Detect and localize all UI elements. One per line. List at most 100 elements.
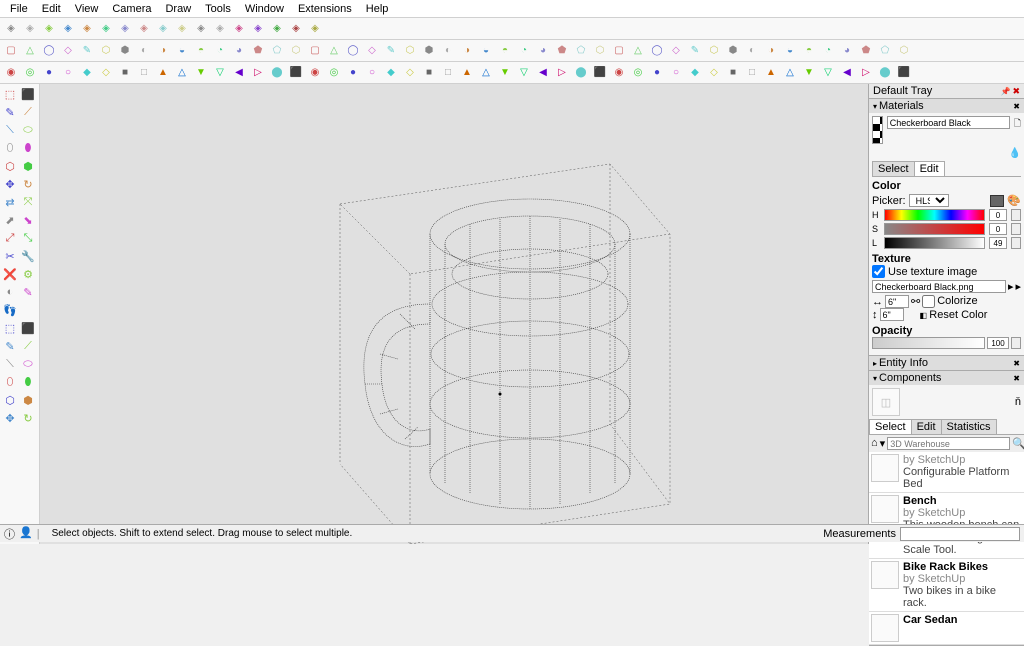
lt-6[interactable]: ⬯ xyxy=(2,140,18,156)
l-slider[interactable] xyxy=(884,237,985,249)
tb1-0[interactable]: ◈ xyxy=(2,20,20,38)
tb3-35[interactable]: ○ xyxy=(667,64,685,82)
menu-window[interactable]: Window xyxy=(239,1,290,17)
color-swatch[interactable] xyxy=(990,195,1004,207)
lt-4[interactable]: ⟍ xyxy=(2,122,18,138)
tb2-36[interactable]: ✎ xyxy=(686,42,704,60)
geolocation-icon[interactable]: ⓘ xyxy=(4,526,15,542)
tb3-1[interactable]: ◎ xyxy=(21,64,39,82)
tb2-17[interactable]: △ xyxy=(325,42,343,60)
tb2-34[interactable]: ◯ xyxy=(648,42,666,60)
tb3-26[interactable]: ▼ xyxy=(496,64,514,82)
tb3-12[interactable]: ◀ xyxy=(230,64,248,82)
lt-31[interactable]: ⬭ xyxy=(20,356,36,372)
lt-3[interactable]: ⟋ xyxy=(20,104,36,120)
comp-tab-statistics[interactable]: Statistics xyxy=(941,419,997,434)
tb3-34[interactable]: ● xyxy=(648,64,666,82)
lt-7[interactable]: ⬮ xyxy=(20,140,36,156)
lt-5[interactable]: ⬭ xyxy=(20,122,36,138)
tb3-8[interactable]: ▲ xyxy=(154,64,172,82)
link-icon[interactable]: ⚯ xyxy=(911,295,920,308)
tb2-14[interactable]: ⬠ xyxy=(268,42,286,60)
h-slider[interactable] xyxy=(884,209,985,221)
material-name-input[interactable] xyxy=(887,116,1010,129)
tb2-47[interactable]: ⬡ xyxy=(895,42,913,60)
tb1-3[interactable]: ◈ xyxy=(59,20,77,38)
l-value[interactable] xyxy=(989,237,1007,249)
tb3-28[interactable]: ◀ xyxy=(534,64,552,82)
lt-15[interactable]: ⬊ xyxy=(20,212,36,228)
opacity-spinner[interactable] xyxy=(1011,337,1021,349)
tb3-19[interactable]: ○ xyxy=(363,64,381,82)
panel-close-icon[interactable]: ✖ xyxy=(1013,102,1020,111)
tb2-29[interactable]: ⬟ xyxy=(553,42,571,60)
tb2-15[interactable]: ⬡ xyxy=(287,42,305,60)
tb3-45[interactable]: ▷ xyxy=(857,64,875,82)
lt-36[interactable]: ✥ xyxy=(2,410,18,426)
tb2-20[interactable]: ✎ xyxy=(382,42,400,60)
comp-tab-select[interactable]: Select xyxy=(869,419,912,434)
lt-18[interactable]: ✂ xyxy=(2,248,18,264)
h-value[interactable] xyxy=(989,209,1007,221)
tb2-44[interactable]: ◕ xyxy=(838,42,856,60)
lt-10[interactable]: ✥ xyxy=(2,176,18,192)
tb2-40[interactable]: ◑ xyxy=(762,42,780,60)
tb1-4[interactable]: ◈ xyxy=(78,20,96,38)
lt-0[interactable]: ⬚ xyxy=(2,86,18,102)
tb2-10[interactable]: ◓ xyxy=(192,42,210,60)
search-icon[interactable]: 🔍 xyxy=(1012,437,1024,450)
menu-tools[interactable]: Tools xyxy=(199,1,237,17)
tb1-14[interactable]: ◈ xyxy=(268,20,286,38)
tb3-24[interactable]: ▲ xyxy=(458,64,476,82)
lt-23[interactable]: ✎ xyxy=(20,284,36,300)
tb2-25[interactable]: ◒ xyxy=(477,42,495,60)
tb3-44[interactable]: ◀ xyxy=(838,64,856,82)
send-to-icon[interactable]: ň xyxy=(1015,396,1021,408)
lt-13[interactable]: ⤧ xyxy=(20,194,36,210)
lt-19[interactable]: 🔧 xyxy=(20,248,36,264)
tb1-2[interactable]: ◈ xyxy=(40,20,58,38)
tb2-18[interactable]: ◯ xyxy=(344,42,362,60)
tb3-21[interactable]: ◇ xyxy=(401,64,419,82)
home-icon[interactable]: ⌂ xyxy=(871,437,878,450)
lt-34[interactable]: ⬡ xyxy=(2,392,18,408)
tb2-38[interactable]: ⬢ xyxy=(724,42,742,60)
s-spinner[interactable] xyxy=(1011,223,1021,235)
comp-tab-edit[interactable]: Edit xyxy=(911,419,942,434)
credits-icon[interactable]: 👤 xyxy=(19,526,33,542)
tb2-46[interactable]: ⬠ xyxy=(876,42,894,60)
tb1-6[interactable]: ◈ xyxy=(116,20,134,38)
tb2-26[interactable]: ◓ xyxy=(496,42,514,60)
tb3-22[interactable]: ■ xyxy=(420,64,438,82)
colorize-checkbox[interactable]: Colorize xyxy=(922,295,977,308)
lt-28[interactable]: ✎ xyxy=(2,338,18,354)
tab-edit[interactable]: Edit xyxy=(914,161,945,176)
eyedropper-icon[interactable]: 💧 xyxy=(1009,148,1021,159)
lt-17[interactable]: ⤡ xyxy=(20,230,36,246)
tb3-41[interactable]: △ xyxy=(781,64,799,82)
lt-37[interactable]: ↻ xyxy=(20,410,36,426)
lt-8[interactable]: ⬡ xyxy=(2,158,18,174)
browse-icon[interactable]: ▸ xyxy=(1008,280,1014,293)
tb3-38[interactable]: ■ xyxy=(724,64,742,82)
tb1-16[interactable]: ◈ xyxy=(306,20,324,38)
texture-file-input[interactable] xyxy=(872,280,1006,293)
menu-file[interactable]: File xyxy=(4,1,34,17)
tb3-42[interactable]: ▼ xyxy=(800,64,818,82)
lt-35[interactable]: ⬢ xyxy=(20,392,36,408)
lt-27[interactable]: ⬛ xyxy=(20,320,36,336)
tb3-18[interactable]: ● xyxy=(344,64,362,82)
list-item[interactable]: Bike Rack Bikesby SketchUpTwo bikes in a… xyxy=(869,559,1024,612)
lt-20[interactable]: ❌ xyxy=(2,266,18,282)
tb2-6[interactable]: ⬢ xyxy=(116,42,134,60)
tb3-37[interactable]: ◇ xyxy=(705,64,723,82)
tb2-24[interactable]: ◑ xyxy=(458,42,476,60)
tb2-9[interactable]: ◒ xyxy=(173,42,191,60)
lt-14[interactable]: ⬈ xyxy=(2,212,18,228)
lt-33[interactable]: ⬮ xyxy=(20,374,36,390)
menu-camera[interactable]: Camera xyxy=(106,1,157,17)
tb3-30[interactable]: ⬤ xyxy=(572,64,590,82)
lt-26[interactable]: ⬚ xyxy=(2,320,18,336)
tb1-10[interactable]: ◈ xyxy=(192,20,210,38)
tb1-15[interactable]: ◈ xyxy=(287,20,305,38)
